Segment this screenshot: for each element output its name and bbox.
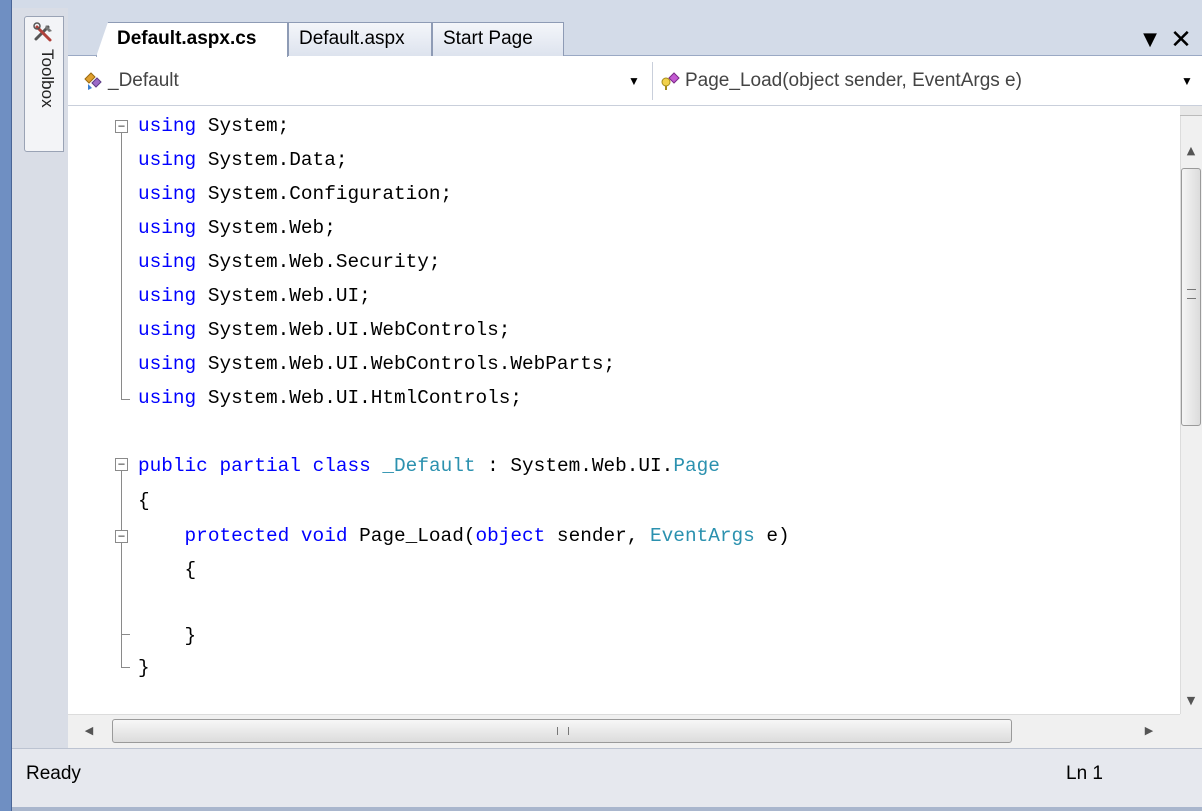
class-icon bbox=[84, 72, 102, 90]
code-line[interactable]: using System.Web.Security; bbox=[138, 246, 441, 278]
toolbox-icon bbox=[33, 22, 52, 42]
chevron-down-icon[interactable]: ▼ bbox=[1138, 28, 1162, 52]
code-line[interactable]: using System.Web.UI; bbox=[138, 280, 371, 312]
scroll-up-icon[interactable]: ▲ bbox=[1180, 138, 1202, 164]
splitter-handle[interactable] bbox=[1180, 106, 1202, 116]
code-line[interactable]: using System.Data; bbox=[138, 144, 347, 176]
window-left-border bbox=[0, 0, 12, 811]
outline-guide bbox=[121, 471, 122, 530]
grip-icon bbox=[557, 727, 569, 735]
scroll-corner bbox=[1180, 714, 1202, 748]
chevron-down-icon[interactable]: ▼ bbox=[626, 62, 642, 100]
code-line[interactable]: } bbox=[138, 620, 197, 652]
code-line[interactable]: using System.Web.UI.WebControls.WebParts… bbox=[138, 348, 615, 380]
code-line[interactable]: using System.Web.UI.HtmlControls; bbox=[138, 382, 522, 414]
member-dropdown-value: Page_Load(object sender, EventArgs e) bbox=[685, 70, 1022, 91]
outline-guide bbox=[121, 399, 130, 400]
method-icon bbox=[661, 72, 680, 90]
status-bar-edge bbox=[12, 807, 1202, 811]
tab-default-aspx-cs[interactable]: Default.aspx.cs bbox=[96, 22, 288, 57]
code-line[interactable]: { bbox=[138, 554, 197, 586]
outline-guide bbox=[121, 543, 122, 668]
toolbox-tab[interactable]: Toolbox bbox=[24, 16, 64, 152]
code-line[interactable]: protected void Page_Load(object sender, … bbox=[138, 520, 790, 552]
outline-guide bbox=[121, 133, 122, 400]
outline-guide bbox=[121, 667, 130, 668]
scroll-left-icon[interactable]: ◀ bbox=[76, 718, 102, 744]
code-line[interactable]: using System.Web; bbox=[138, 212, 336, 244]
code-line[interactable]: using System.Configuration; bbox=[138, 178, 452, 210]
tab-start-page[interactable]: Start Page bbox=[432, 22, 564, 56]
code-line[interactable]: { bbox=[138, 485, 150, 517]
document-tab-strip: Default.aspx Start Page Default.aspx.cs … bbox=[68, 8, 1202, 57]
chevron-down-icon[interactable]: ▼ bbox=[1179, 62, 1195, 100]
window-title-frame bbox=[0, 0, 1202, 8]
horizontal-scroll-thumb[interactable] bbox=[112, 719, 1012, 743]
class-dropdown-value: _Default bbox=[108, 70, 179, 91]
status-text: Ready bbox=[26, 763, 81, 784]
code-line[interactable]: using System; bbox=[138, 110, 289, 142]
scroll-right-icon[interactable]: ▶ bbox=[1136, 718, 1162, 744]
navigation-bar: _Default ▼ Page_Load(object sender, Even… bbox=[68, 56, 1202, 106]
code-line[interactable]: } bbox=[138, 652, 150, 684]
close-icon[interactable]: ✕ bbox=[1168, 26, 1194, 54]
grip-icon bbox=[1187, 289, 1196, 299]
collapse-icon[interactable]: − bbox=[115, 458, 128, 471]
scroll-down-icon[interactable]: ▼ bbox=[1180, 688, 1202, 714]
collapse-icon[interactable]: − bbox=[115, 120, 128, 133]
line-indicator: Ln 1 bbox=[1066, 763, 1103, 784]
status-bar: Ready Ln 1 bbox=[12, 748, 1202, 811]
member-dropdown[interactable]: Page_Load(object sender, EventArgs e) ▼ bbox=[652, 62, 1199, 100]
code-line[interactable]: public partial class _Default : System.W… bbox=[138, 450, 720, 482]
vertical-scroll-thumb[interactable] bbox=[1181, 168, 1201, 426]
collapse-icon[interactable]: − bbox=[115, 530, 128, 543]
code-line[interactable]: using System.Web.UI.WebControls; bbox=[138, 314, 510, 346]
class-dropdown[interactable]: _Default ▼ bbox=[76, 62, 646, 100]
tab-default-aspx[interactable]: Default.aspx bbox=[288, 22, 432, 56]
outline-guide bbox=[121, 634, 130, 635]
toolbox-label: Toolbox bbox=[38, 49, 57, 108]
selection-margin[interactable] bbox=[68, 106, 104, 714]
